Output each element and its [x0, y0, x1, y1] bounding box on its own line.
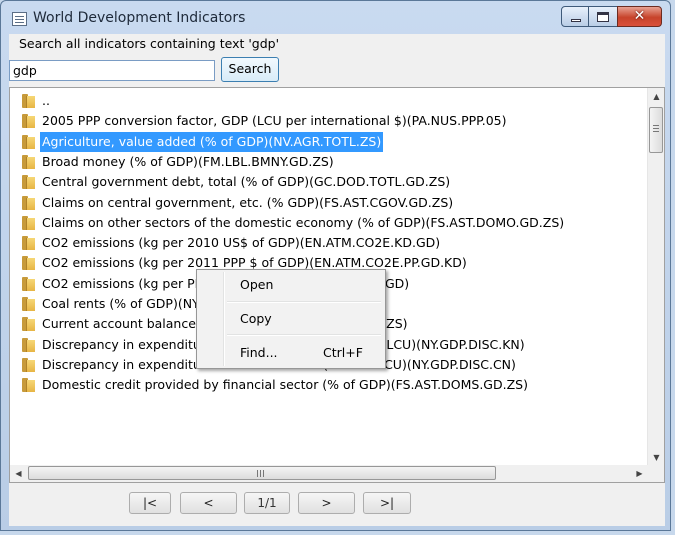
indicator-list-box[interactable]: .. 2005 PPP conversion factor, GDP (LCU p… [9, 87, 665, 483]
scroll-left-button[interactable]: ◀ [10, 465, 27, 482]
menu-item-label: Find... [240, 345, 278, 360]
list-item-label: CO2 emissions (kg per 2010 US$ of GDP)(E… [42, 235, 441, 251]
close-button[interactable]: ✕ [617, 6, 662, 27]
folder-icon [22, 134, 35, 149]
folder-icon [22, 337, 35, 352]
menu-item-open[interactable]: Open [199, 274, 383, 296]
folder-icon [22, 357, 35, 372]
maximize-button[interactable] [589, 6, 617, 27]
folder-icon [22, 195, 35, 210]
first-page-button[interactable]: |< [129, 492, 171, 514]
vertical-scrollbar[interactable]: ▲ ▼ [647, 88, 664, 466]
list-item-label: 2005 PPP conversion factor, GDP (LCU per… [42, 113, 507, 129]
horizontal-scroll-thumb[interactable] [28, 466, 496, 480]
maximize-icon [597, 12, 609, 22]
list-item-label: Domestic credit provided by financial se… [42, 377, 528, 393]
search-input[interactable] [9, 60, 215, 81]
title-bar[interactable]: World Development Indicators ✕ [1, 1, 670, 37]
last-page-button[interactable]: >| [363, 492, 411, 514]
scroll-down-button[interactable]: ▼ [648, 449, 664, 466]
list-item-label: Claims on central government, etc. (% GD… [42, 194, 454, 210]
pager: |< < 1/1 > >| [9, 492, 665, 516]
folder-icon [22, 94, 35, 108]
menu-item-label: Copy [240, 311, 272, 326]
close-icon: ✕ [633, 8, 646, 24]
folder-icon [22, 175, 35, 190]
folder-icon [22, 378, 35, 393]
grip-icon [257, 470, 258, 477]
list-item-label: Claims on other sectors of the domestic … [42, 214, 565, 230]
context-menu: Open Copy Find... Ctrl+F [196, 269, 386, 369]
client-area: Search all indicators containing text 'g… [9, 34, 665, 526]
folder-icon [22, 154, 35, 169]
folder-icon [22, 215, 35, 230]
list-item-label: Agriculture, value added (% of GDP)(NV.A… [40, 131, 384, 152]
scroll-right-button[interactable]: ▶ [631, 465, 648, 482]
menu-separator [227, 334, 381, 336]
vertical-scroll-thumb[interactable] [649, 107, 663, 153]
search-description: Search all indicators containing text 'g… [19, 36, 280, 51]
menu-item-find[interactable]: Find... Ctrl+F [199, 342, 383, 364]
app-window: World Development Indicators ✕ Search al… [0, 0, 675, 535]
list-item-label: Central government debt, total (% of GDP… [42, 174, 451, 190]
folder-icon [22, 297, 35, 311]
window-title: World Development Indicators [33, 10, 246, 26]
search-button[interactable]: Search [221, 57, 279, 82]
folder-icon [22, 114, 35, 129]
minimize-icon [571, 19, 581, 22]
menu-item-copy[interactable]: Copy [199, 308, 383, 330]
menu-separator [227, 301, 381, 303]
minimize-button[interactable] [561, 6, 589, 27]
next-page-button[interactable]: > [298, 492, 355, 514]
window-frame: World Development Indicators ✕ Search al… [0, 0, 671, 531]
scrollbar-corner [647, 465, 664, 482]
app-icon [12, 12, 27, 26]
folder-icon [22, 256, 35, 271]
window-controls: ✕ [561, 6, 662, 27]
page-indicator: 1/1 [244, 492, 290, 514]
previous-page-button[interactable]: < [180, 492, 237, 514]
folder-icon [22, 317, 35, 332]
folder-icon [22, 236, 35, 251]
menu-item-label: Open [240, 277, 274, 292]
horizontal-scrollbar[interactable]: ◀ ▶ [10, 465, 648, 482]
menu-item-shortcut: Ctrl+F [323, 345, 363, 360]
grip-icon [653, 125, 659, 126]
list-item-label: .. [42, 93, 50, 108]
list-item-label: Broad money (% of GDP)(FM.LBL.BMNY.GD.ZS… [42, 153, 334, 169]
folder-icon [22, 276, 35, 291]
scroll-up-button[interactable]: ▲ [648, 88, 664, 105]
